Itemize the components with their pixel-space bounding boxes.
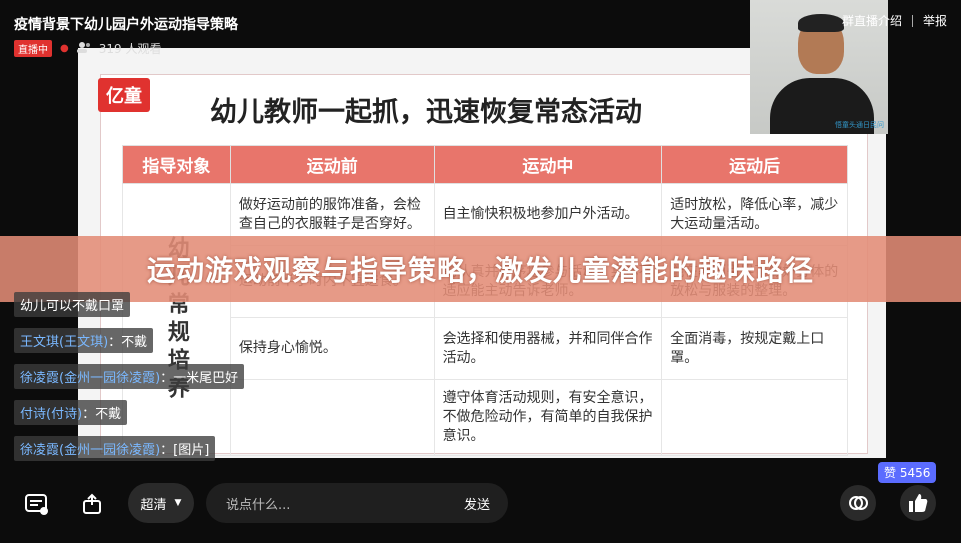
table-cell: 遵守体育活动规则，有安全意识，不做危险动作，有简单的自我保护意识。 [433, 379, 663, 456]
thumbs-up-icon[interactable] [900, 485, 936, 521]
live-dot-icon: ● [60, 43, 69, 54]
header-actions: 群直播介绍 举报 [842, 12, 947, 29]
chat-text: ：一米尾巴好 [160, 371, 239, 386]
send-button[interactable]: 发送 [464, 494, 490, 513]
comment-placeholder: 说点什么... [226, 498, 291, 513]
divider [911, 14, 913, 27]
comment-input[interactable]: 说点什么... 发送 [206, 483, 508, 523]
col-header-subject: 指导对象 [122, 145, 231, 184]
viewers-icon [76, 41, 91, 56]
stream-status-row: 直播中 ● 319 人观看 [14, 40, 161, 57]
chat-username[interactable]: 王文琪(王文琪) [20, 335, 108, 350]
chat-username[interactable]: 徐凌霞(金州一园徐凌霞) [20, 443, 160, 458]
quality-selector[interactable]: 超清 ▼ [128, 483, 194, 523]
col-header-before: 运动前 [229, 145, 435, 184]
table-cell: 全面消毒，按规定戴上口罩。 [661, 317, 848, 380]
chat-text: ：[图片] [160, 443, 210, 458]
chat-text: ：不戴 [108, 335, 148, 350]
chat-username[interactable]: 徐凌霞(金州一园徐凌霞) [20, 371, 160, 386]
brand-logo: 亿童 [98, 78, 150, 112]
table-cell: 保持身心愉悦。 [229, 317, 435, 380]
stream-title: 疫情背景下幼儿园户外运动指导策略 [14, 17, 238, 33]
share-icon[interactable] [74, 486, 110, 522]
chat-message: 幼儿可以不戴口罩 [14, 292, 131, 317]
table-cell [661, 379, 848, 456]
chat-username[interactable]: 付诗(付诗) [20, 407, 82, 422]
presenter-hair [798, 14, 844, 32]
chat-feed: 幼儿可以不戴口罩 王文琪(王文琪)：不戴 徐凌霞(金州一园徐凌霞)：一米尾巴好 … [14, 292, 245, 461]
group-live-intro-link[interactable]: 群直播介绍 [842, 12, 902, 29]
chat-list-icon[interactable] [20, 488, 54, 522]
chat-message: 徐凌霞(金州一园徐凌霞)：一米尾巴好 [14, 364, 245, 389]
table-cell: 会选择和使用器械，并和同伴合作活动。 [433, 317, 663, 380]
quality-label: 超清 [140, 497, 167, 513]
interaction-icon[interactable] [840, 485, 876, 521]
chevron-down-icon: ▼ [174, 498, 182, 508]
slide-heading: 幼儿教师一起抓，迅速恢复常态活动 [210, 97, 642, 128]
table-cell [229, 379, 435, 456]
likes-badge: 赞 5456 [878, 462, 937, 483]
chat-text: ：不戴 [82, 407, 122, 422]
viewer-count: 319 人观看 [98, 42, 162, 56]
report-link[interactable]: 举报 [923, 12, 947, 29]
chat-message: 徐凌霞(金州一园徐凌霞)：[图片] [14, 436, 216, 461]
banner-text: 运动游戏观察与指导策略，激发儿童潜能的趣味路径 [146, 254, 814, 287]
camera-caption: 悟童头通日民问 [835, 121, 884, 129]
col-header-during: 运动中 [433, 145, 663, 184]
col-header-after: 运动后 [661, 145, 848, 184]
live-badge: 直播中 [14, 40, 52, 57]
chat-message: 付诗(付诗)：不戴 [14, 400, 128, 425]
live-stream-player: 亿童 幼儿教师一起抓，迅速恢复常态活动 指导对象 运动前 运动中 运动后 幼儿常… [0, 0, 961, 543]
chat-message: 王文琪(王文琪)：不戴 [14, 328, 154, 353]
